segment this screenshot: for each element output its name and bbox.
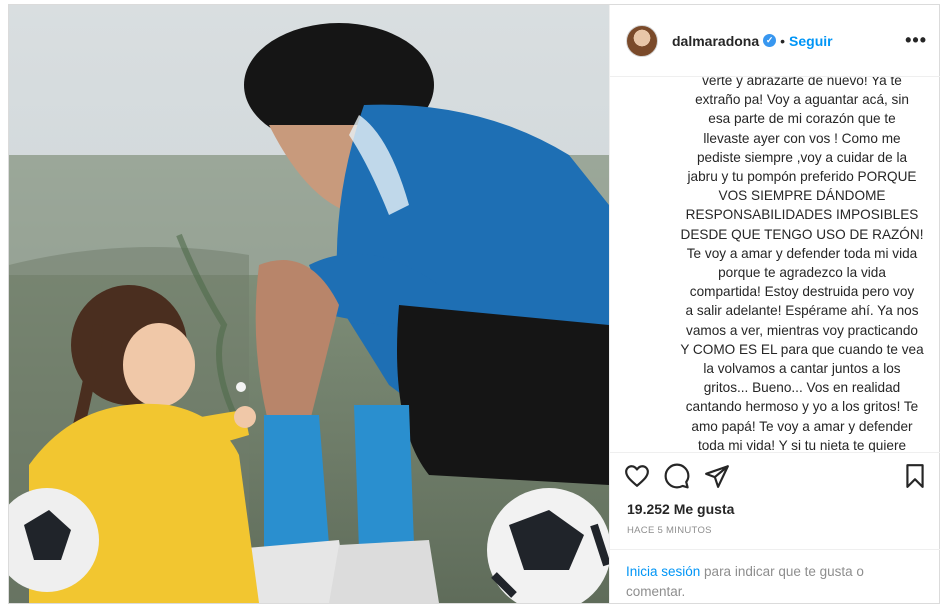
post-timestamp[interactable]: HACE 5 MINUTOS [627,525,712,536]
post-photo[interactable] [9,5,609,603]
post-side-panel: dalmaradona ✓ • Seguir ••• verte y abraz… [609,5,940,603]
avatar[interactable] [626,24,658,57]
login-prompt: Inicia sesión para indicar que te gusta … [610,549,940,603]
login-link[interactable]: Inicia sesión [626,564,700,579]
post-frame: dalmaradona ✓ • Seguir ••• verte y abraz… [8,4,940,604]
more-options-icon[interactable]: ••• [905,31,927,49]
verified-badge-icon: ✓ [763,34,777,47]
share-icon[interactable] [704,463,730,489]
post-header: dalmaradona ✓ • Seguir ••• [610,5,940,77]
like-count[interactable]: 19.252 Me gusta [627,501,734,517]
comment-icon[interactable] [664,463,690,489]
username[interactable]: dalmaradona [672,33,759,49]
action-bar [624,463,744,489]
separator-dot: • [780,32,786,49]
post-caption: verte y abrazarte de nuevo! Ya te extrañ… [680,77,924,453]
heart-icon[interactable] [624,463,650,489]
bookmark-icon[interactable] [902,463,928,489]
follow-button[interactable]: Seguir [789,33,833,49]
caption-scroll-area[interactable]: verte y abrazarte de nuevo! Ya te extrañ… [610,77,940,453]
photo-illustration [9,5,609,603]
